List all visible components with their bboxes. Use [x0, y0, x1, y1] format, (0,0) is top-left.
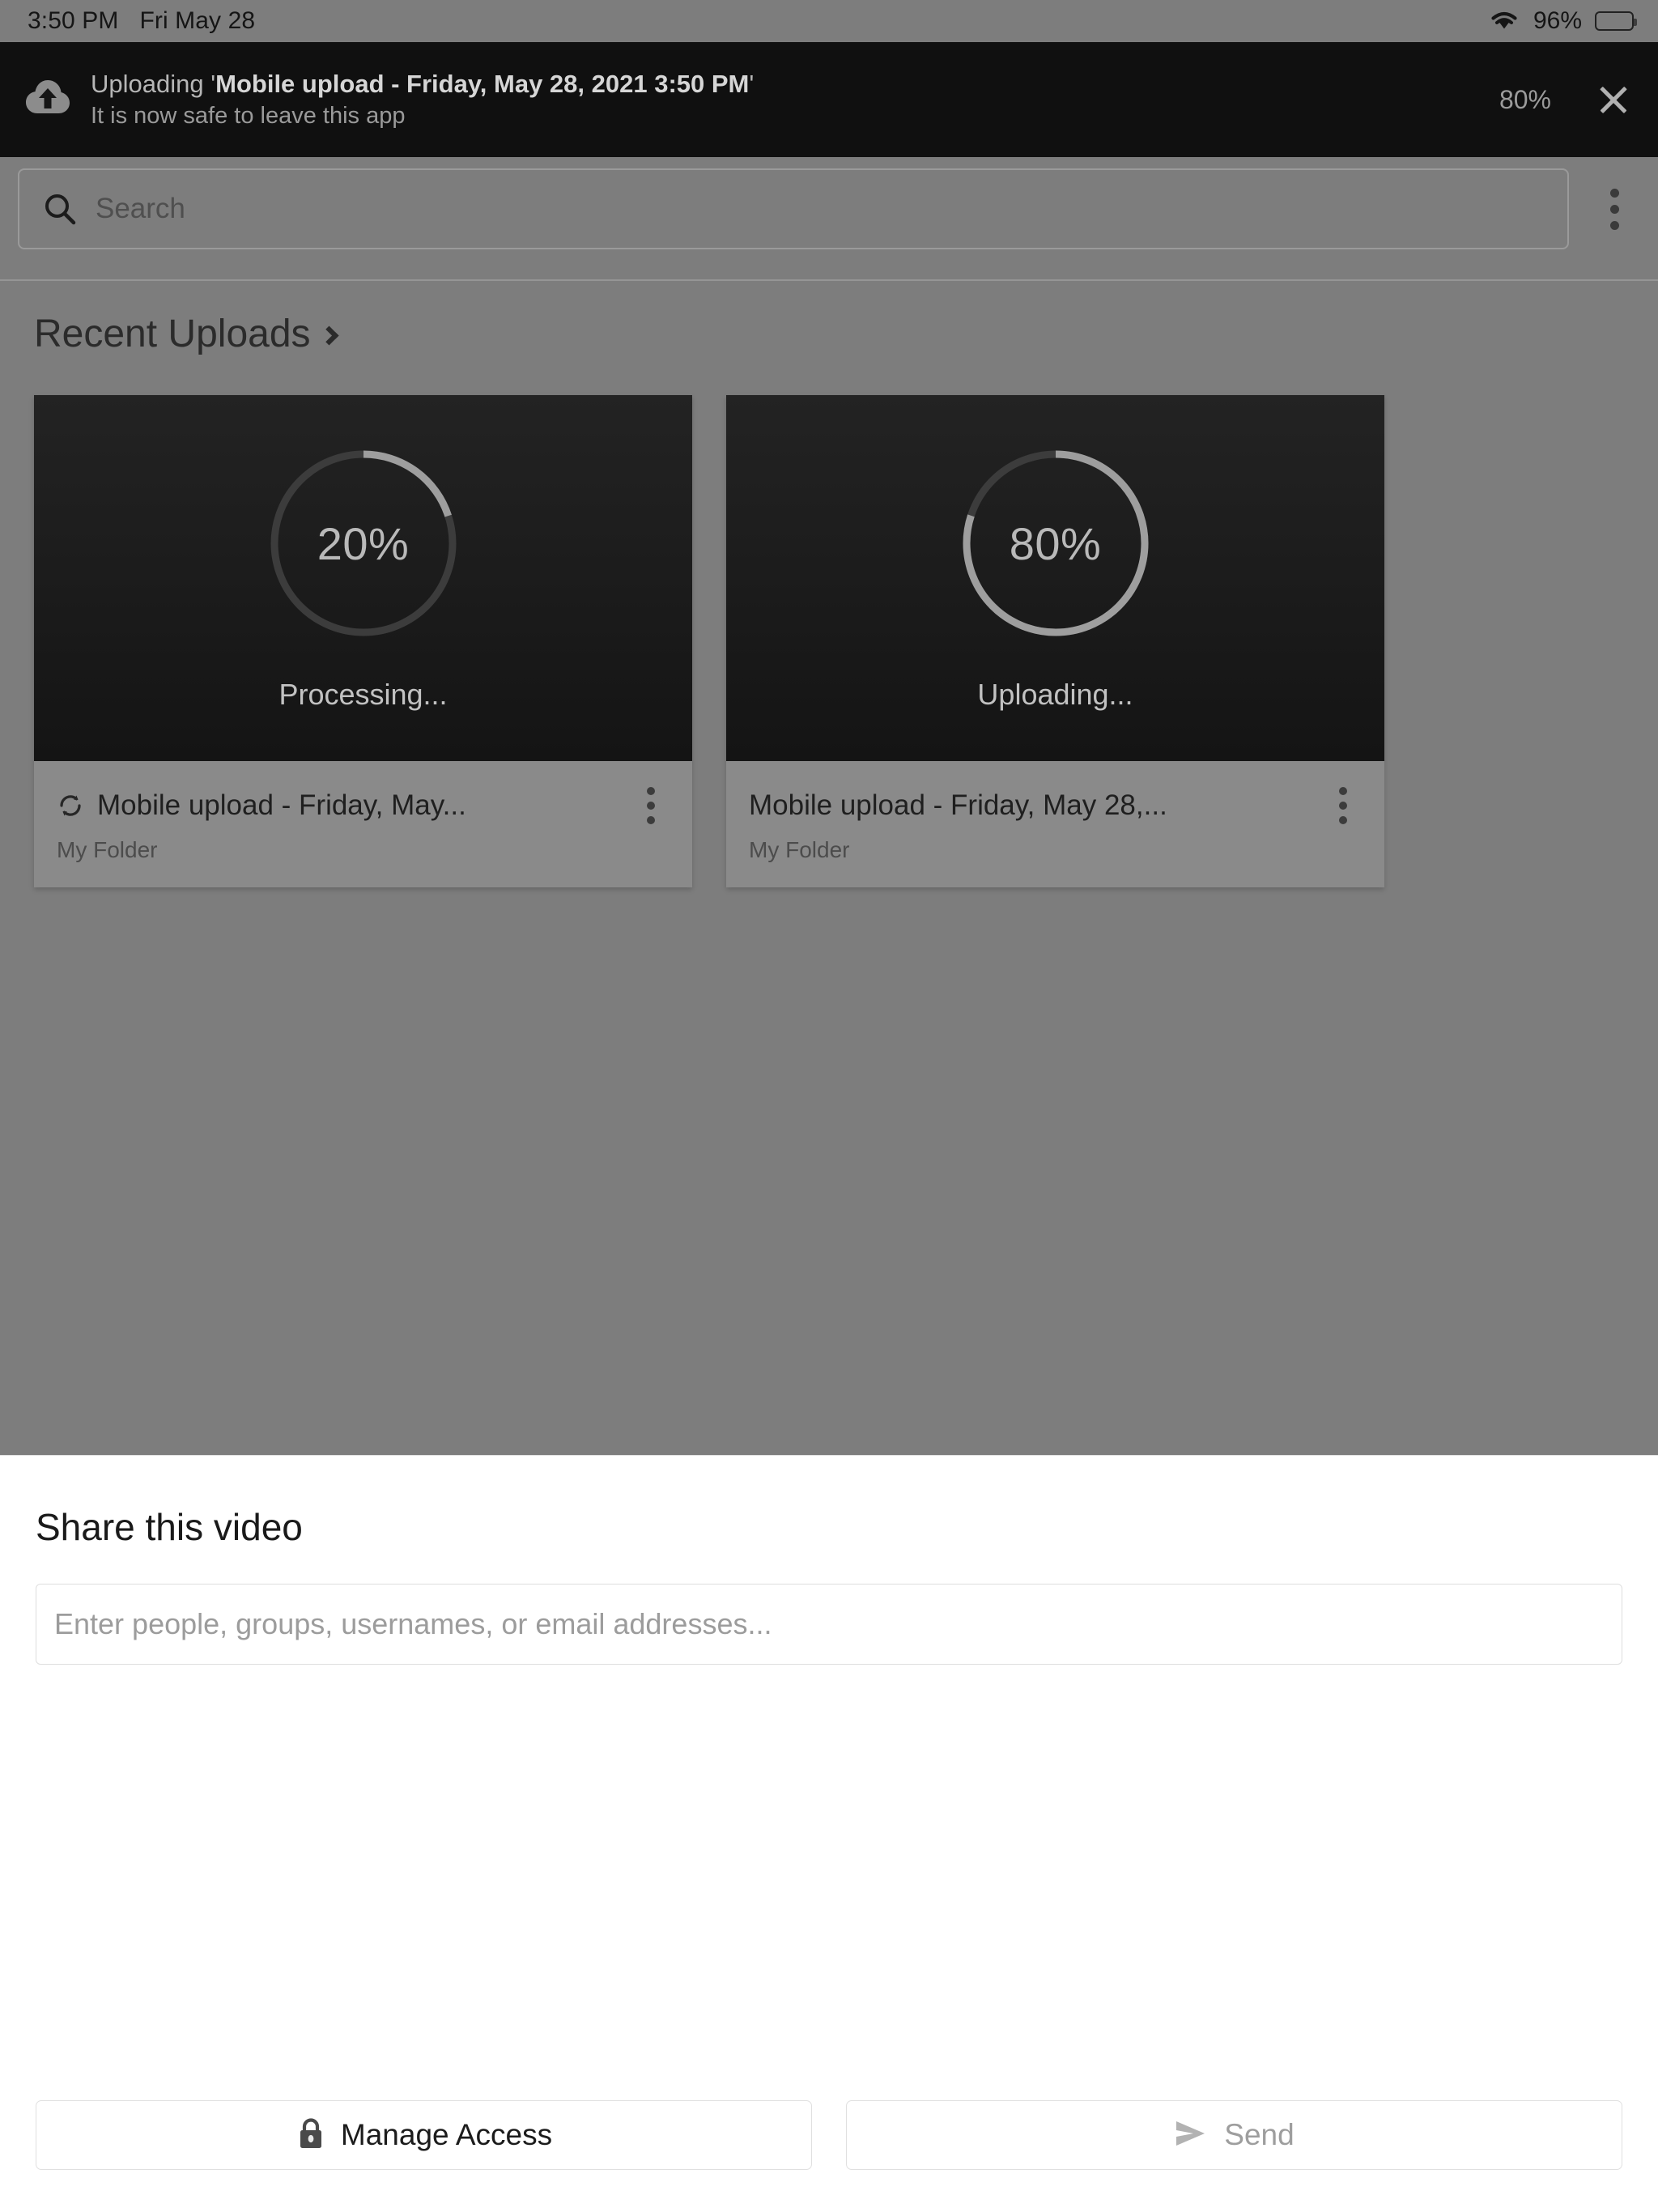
- overflow-menu-icon[interactable]: [627, 782, 674, 829]
- lock-icon: [295, 2116, 326, 2155]
- banner-subtitle: It is now safe to leave this app: [91, 103, 406, 130]
- battery-percent: 96%: [1533, 7, 1582, 34]
- status-time: 3:50 PM: [28, 7, 119, 34]
- wifi-icon: [1488, 7, 1520, 36]
- card-title: Mobile upload - Friday, May...: [97, 789, 466, 821]
- overflow-menu-icon[interactable]: [1575, 168, 1653, 249]
- upload-status-text: Uploading...: [977, 678, 1133, 711]
- card-footer: Mobile upload - Friday, May 28,... My Fo…: [726, 761, 1384, 887]
- progress-percent-label: 80%: [1009, 517, 1102, 569]
- send-icon: [1174, 2119, 1209, 2152]
- progress-percent-label: 20%: [317, 517, 410, 569]
- card-thumbnail: 80% Uploading...: [726, 395, 1384, 761]
- search-row: Search: [0, 157, 1658, 261]
- sync-icon: [57, 792, 84, 819]
- card-footer-top: Mobile upload - Friday, May 28,...: [749, 782, 1367, 829]
- status-bar-left: 3:50 PM Fri May 28: [28, 7, 255, 35]
- card-folder-label: My Folder: [57, 837, 158, 862]
- card-folder-label: My Folder: [749, 837, 850, 862]
- battery-icon: [1595, 11, 1637, 31]
- search-input[interactable]: Search: [18, 168, 1569, 249]
- share-recipients-input[interactable]: Enter people, groups, usernames, or emai…: [36, 1584, 1622, 1665]
- status-date: Fri May 28: [139, 7, 256, 34]
- overflow-menu-icon[interactable]: [1320, 782, 1367, 829]
- share-recipients-placeholder: Enter people, groups, usernames, or emai…: [54, 1607, 772, 1640]
- search-placeholder: Search: [96, 193, 185, 224]
- progress-ring: 80%: [957, 445, 1154, 642]
- send-label: Send: [1224, 2118, 1295, 2151]
- recent-uploads-card-grid: 20% Processing... Mobile upload - Friday…: [34, 395, 1384, 887]
- close-icon[interactable]: [1595, 81, 1632, 118]
- upload-status-text: Processing...: [278, 678, 448, 711]
- upload-notification-banner: Uploading 'Mobile upload - Friday, May 2…: [0, 42, 1658, 157]
- card-footer-top: Mobile upload - Friday, May...: [57, 782, 674, 829]
- upload-card[interactable]: 80% Uploading... Mobile upload - Friday,…: [726, 395, 1384, 887]
- search-icon: [42, 191, 78, 227]
- chevron-right-icon: [319, 325, 339, 346]
- share-bottom-sheet: Share this video Enter people, groups, u…: [0, 1455, 1658, 2212]
- status-bar-right: 96%: [1488, 7, 1637, 36]
- banner-primary-line: Uploading 'Mobile upload - Friday, May 2…: [91, 70, 754, 99]
- manage-access-label: Manage Access: [340, 2118, 553, 2151]
- app-screen: 3:50 PM Fri May 28 96% Uploading 'Mobile…: [0, 0, 1658, 2212]
- cloud-upload-icon: [21, 73, 74, 126]
- banner-prefix: Uploading ': [91, 69, 216, 98]
- share-sheet-actions: Manage Access Send: [36, 2100, 1622, 2170]
- card-thumbnail: 20% Processing...: [34, 395, 692, 761]
- search-divider: [0, 279, 1658, 281]
- banner-suffix: ': [749, 69, 755, 98]
- status-bar: 3:50 PM Fri May 28 96%: [0, 0, 1658, 42]
- card-footer: Mobile upload - Friday, May... My Folder: [34, 761, 692, 887]
- progress-ring: 20%: [265, 445, 462, 642]
- manage-access-button[interactable]: Manage Access: [36, 2100, 812, 2170]
- banner-right-block: 80%: [1499, 81, 1632, 118]
- banner-progress-percent: 80%: [1499, 84, 1551, 114]
- banner-text-block: Uploading 'Mobile upload - Friday, May 2…: [91, 70, 754, 130]
- upload-card[interactable]: 20% Processing... Mobile upload - Friday…: [34, 395, 692, 887]
- share-sheet-title: Share this video: [36, 1506, 303, 1548]
- recent-uploads-header[interactable]: Recent Uploads: [34, 312, 339, 356]
- banner-filename: Mobile upload - Friday, May 28, 2021 3:5…: [215, 69, 750, 98]
- send-button[interactable]: Send: [846, 2100, 1622, 2170]
- section-title: Recent Uploads: [34, 313, 311, 355]
- card-title: Mobile upload - Friday, May 28,...: [749, 789, 1167, 821]
